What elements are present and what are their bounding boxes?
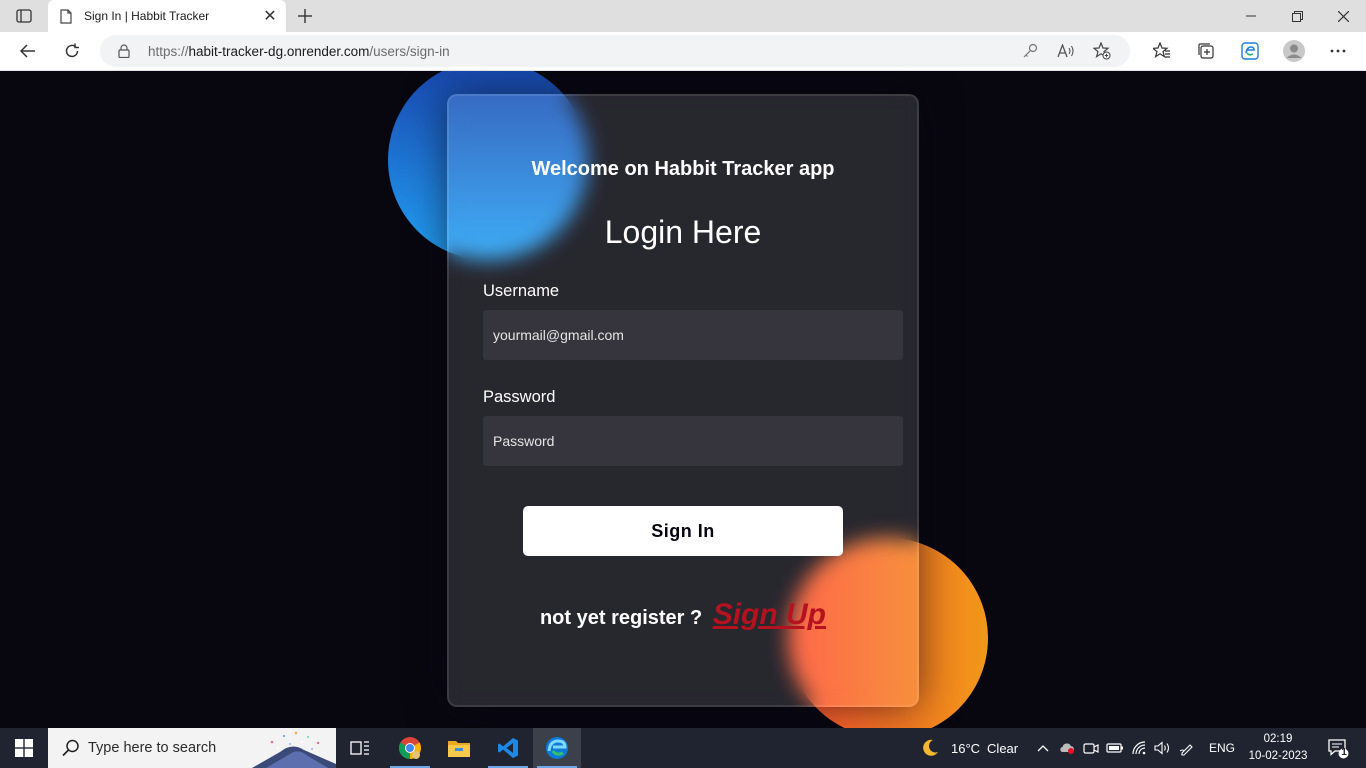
login-title: Login Here bbox=[604, 214, 762, 250]
favorites-icon[interactable] bbox=[1140, 36, 1184, 66]
login-form: Welcome on Habbit Tracker app Login Here… bbox=[447, 94, 919, 707]
collections-icon[interactable] bbox=[1184, 36, 1228, 66]
wifi-icon[interactable] bbox=[1127, 728, 1151, 768]
edge-extension-icon[interactable] bbox=[1228, 36, 1272, 66]
taskbar-search-box[interactable]: Type here to search bbox=[48, 728, 336, 768]
restore-icon[interactable] bbox=[1274, 0, 1320, 32]
sign-up-link[interactable]: Sign Up bbox=[713, 598, 826, 631]
username-input[interactable] bbox=[483, 310, 903, 360]
windows-start-icon[interactable] bbox=[0, 728, 48, 768]
key-icon[interactable] bbox=[1012, 37, 1048, 65]
minimize-icon[interactable] bbox=[1228, 0, 1274, 32]
search-highlight-illustration bbox=[252, 731, 336, 768]
browser-toolbar: https://habit-tracker-dg.onrender.com/us… bbox=[0, 32, 1366, 71]
windows-taskbar: Type here to search 16°C Clear ENG 02:19… bbox=[0, 728, 1366, 768]
password-label: Password bbox=[483, 388, 556, 406]
search-icon bbox=[62, 739, 80, 757]
lock-icon[interactable] bbox=[118, 43, 132, 59]
system-clock[interactable]: 02:19 10-02-2023 bbox=[1248, 731, 1308, 765]
language-indicator[interactable]: ENG bbox=[1209, 741, 1235, 755]
pen-icon[interactable] bbox=[1175, 728, 1199, 768]
url-prefix: https:// bbox=[148, 43, 189, 59]
notification-center-icon[interactable]: 1 bbox=[1318, 728, 1358, 768]
moon-icon bbox=[918, 728, 942, 768]
page-body: Welcome on Habbit Tracker app Login Here… bbox=[0, 71, 1366, 728]
chevron-up-icon[interactable] bbox=[1031, 728, 1055, 768]
tab-actions-icon[interactable] bbox=[10, 6, 38, 26]
volume-icon[interactable] bbox=[1151, 728, 1175, 768]
url-host: habit-tracker-dg.onrender.com bbox=[188, 43, 370, 59]
add-favorite-icon[interactable] bbox=[1084, 37, 1120, 65]
close-window-icon[interactable] bbox=[1320, 0, 1366, 32]
battery-icon[interactable] bbox=[1103, 728, 1127, 768]
more-options-icon[interactable] bbox=[1316, 36, 1360, 66]
close-tab-icon[interactable]: ✕ bbox=[256, 2, 284, 30]
task-view-icon[interactable] bbox=[336, 728, 384, 768]
notification-count: 1 bbox=[1341, 747, 1347, 758]
clock-date: 10-02-2023 bbox=[1248, 750, 1308, 762]
refresh-icon[interactable] bbox=[57, 36, 87, 66]
vscode-app-icon[interactable] bbox=[484, 728, 532, 768]
read-aloud-icon[interactable] bbox=[1048, 37, 1084, 65]
file-explorer-icon[interactable] bbox=[435, 728, 483, 768]
weather-temperature: 16°C bbox=[951, 740, 981, 756]
username-label: Username bbox=[483, 282, 560, 300]
browser-tab-bar: Sign In | Habbit Tracker ✕ bbox=[0, 0, 1366, 32]
sign-in-button[interactable]: Sign In bbox=[523, 506, 843, 556]
tab-title: Sign In | Habbit Tracker bbox=[84, 9, 210, 23]
meet-now-icon[interactable] bbox=[1079, 728, 1103, 768]
register-row: not yet register ? Sign Up bbox=[449, 598, 917, 632]
profile-avatar-icon[interactable] bbox=[1272, 36, 1316, 66]
edge-app-icon[interactable] bbox=[533, 728, 581, 768]
password-input[interactable] bbox=[483, 416, 903, 466]
address-bar[interactable]: https://habit-tracker-dg.onrender.com/us… bbox=[100, 35, 1130, 67]
back-icon[interactable] bbox=[13, 36, 43, 66]
weather-condition: Clear bbox=[987, 740, 1019, 756]
url-path: /users/sign-in bbox=[369, 43, 450, 59]
url-text[interactable]: https://habit-tracker-dg.onrender.com/us… bbox=[148, 44, 1012, 59]
search-placeholder: Type here to search bbox=[88, 740, 217, 756]
clock-time: 02:19 bbox=[1263, 733, 1293, 745]
welcome-heading: Welcome on Habbit Tracker app bbox=[531, 158, 835, 180]
weather-widget[interactable]: 16°C Clear bbox=[918, 728, 1018, 768]
onedrive-icon[interactable] bbox=[1055, 728, 1079, 768]
browser-tab[interactable]: Sign In | Habbit Tracker ✕ bbox=[48, 0, 286, 32]
page-icon bbox=[58, 8, 74, 24]
chrome-app-icon[interactable] bbox=[386, 728, 434, 768]
new-tab-icon[interactable] bbox=[292, 4, 318, 28]
register-prompt: not yet register ? bbox=[539, 607, 703, 629]
